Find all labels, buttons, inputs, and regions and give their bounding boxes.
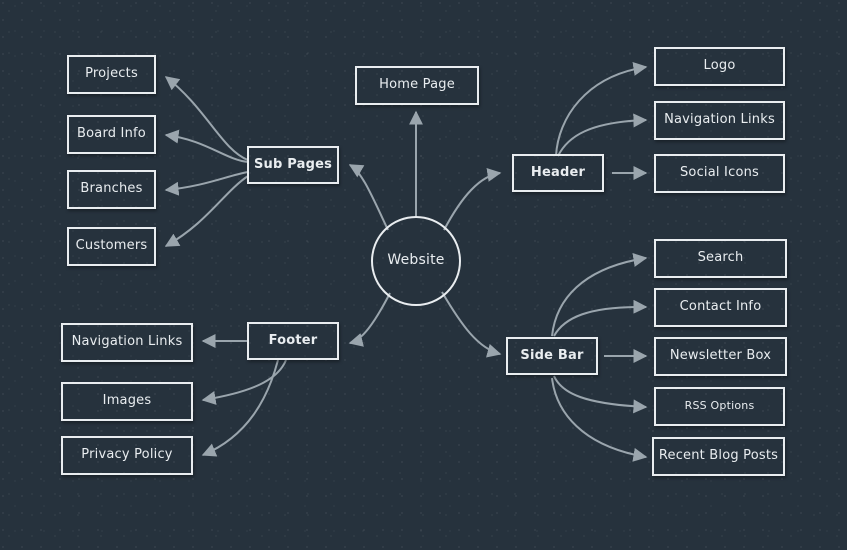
node-contact-info-label: Contact Info (679, 299, 762, 315)
node-header-navigation-links-label: Navigation Links (664, 112, 775, 128)
node-social-icons-label: Social Icons (679, 165, 760, 181)
node-board-info[interactable]: Board Info (67, 115, 156, 154)
edge-side-bar-search (551, 253, 648, 337)
node-contact-info[interactable]: Contact Info (654, 288, 787, 327)
edge-header-logo (555, 61, 648, 157)
edge-sub-pages-projects (164, 76, 249, 161)
node-recent-blog-posts-label: Recent Blog Posts (658, 448, 779, 464)
node-branches[interactable]: Branches (67, 170, 156, 209)
edge-website-footer (348, 292, 391, 347)
node-board-info-label: Board Info (77, 126, 146, 142)
edge-website-sub-pages (348, 164, 389, 231)
node-side-bar[interactable]: Side Bar (506, 337, 598, 375)
node-privacy-policy-label: Privacy Policy (81, 447, 173, 463)
node-images[interactable]: Images (61, 382, 193, 421)
node-social-icons[interactable]: Social Icons (654, 154, 785, 193)
node-projects-label: Projects (85, 66, 138, 82)
node-home-page[interactable]: Home Page (355, 66, 479, 105)
edge-side-bar-contact-info (553, 299, 648, 337)
edge-website-header (443, 167, 502, 231)
node-projects[interactable]: Projects (67, 55, 156, 94)
node-side-bar-label: Side Bar (520, 347, 584, 363)
edge-sub-pages-branches (164, 171, 249, 196)
edge-side-bar-recent-blog-posts (551, 377, 648, 462)
node-recent-blog-posts[interactable]: Recent Blog Posts (652, 437, 785, 476)
edge-side-bar-rss-options (553, 375, 648, 414)
node-logo-label: Logo (703, 58, 736, 74)
node-website[interactable]: Website (371, 216, 461, 306)
node-footer-navigation-links[interactable]: Navigation Links (61, 323, 193, 362)
node-header-label: Header (530, 164, 586, 180)
edge-footer-images (201, 359, 287, 405)
node-search-label: Search (697, 250, 744, 266)
node-footer-label: Footer (268, 332, 318, 348)
node-home-page-label: Home Page (379, 77, 455, 93)
node-customers[interactable]: Customers (67, 227, 156, 266)
node-rss-options-label: RSS Options (684, 399, 755, 413)
node-branches-label: Branches (80, 181, 143, 197)
node-privacy-policy[interactable]: Privacy Policy (61, 436, 193, 475)
edge-sub-pages-customers (164, 175, 249, 247)
node-customers-label: Customers (75, 238, 148, 254)
edge-header-navigation-links (557, 113, 648, 157)
node-sub-pages-label: Sub Pages (253, 156, 333, 172)
node-footer[interactable]: Footer (247, 322, 339, 360)
edge-sub-pages-board-info (164, 129, 249, 163)
edge-footer-privacy-policy (201, 359, 279, 457)
node-header[interactable]: Header (512, 154, 604, 192)
edge-website-side-bar (441, 291, 502, 358)
node-header-navigation-links[interactable]: Navigation Links (654, 101, 785, 140)
node-search[interactable]: Search (654, 239, 787, 278)
node-images-label: Images (102, 393, 152, 409)
diagram-canvas: Website Home Page Sub Pages Header Foote… (0, 0, 847, 550)
node-newsletter-box[interactable]: Newsletter Box (654, 337, 787, 376)
node-footer-navigation-links-label: Navigation Links (71, 334, 183, 350)
node-sub-pages[interactable]: Sub Pages (247, 146, 339, 184)
node-newsletter-box-label: Newsletter Box (669, 348, 772, 364)
node-logo[interactable]: Logo (654, 47, 785, 86)
node-rss-options[interactable]: RSS Options (654, 387, 785, 426)
node-website-label: Website (387, 252, 445, 269)
